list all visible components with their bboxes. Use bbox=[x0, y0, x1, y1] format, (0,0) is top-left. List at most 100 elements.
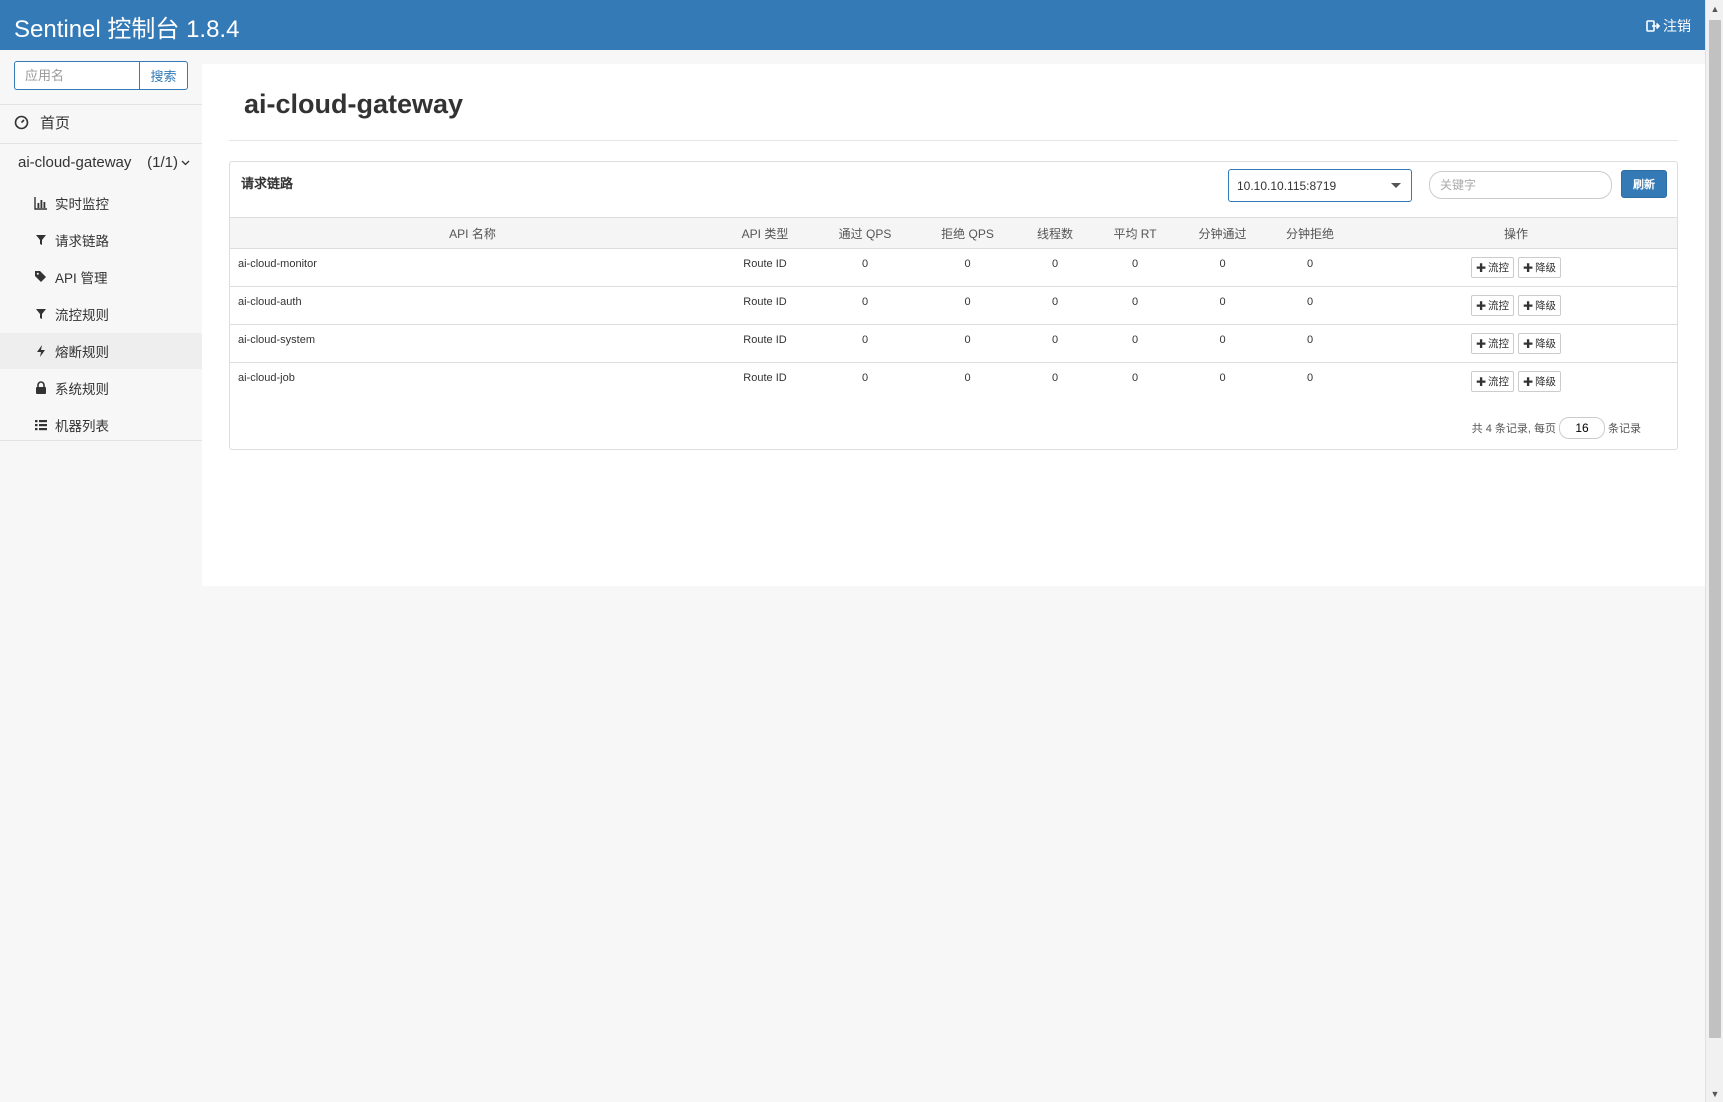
machine-select[interactable]: 10.10.10.115:8719 bbox=[1228, 169, 1412, 202]
pagination: 共 4 条记录, 每页 条记录 bbox=[1472, 417, 1641, 439]
page-size-input[interactable] bbox=[1559, 417, 1605, 439]
sidebar-item-flow-rules[interactable]: 流控规则 bbox=[0, 296, 202, 332]
page-scrollbar[interactable]: ▲ ▼ bbox=[1705, 0, 1723, 1102]
app-count: (1/1) bbox=[147, 154, 178, 171]
sidebar-item-label: API 管理 bbox=[55, 271, 108, 286]
ops-cell: ✚ 流控 ✚ 降级 bbox=[1355, 248, 1677, 287]
column-header: API 名称 bbox=[230, 217, 715, 249]
sidebar-item-label: 系统规则 bbox=[55, 382, 109, 397]
add-flow-rule-button[interactable]: ✚ 流控 bbox=[1470, 295, 1514, 316]
threads-cell: 0 bbox=[1020, 324, 1090, 363]
column-header: 通过 QPS bbox=[815, 217, 915, 249]
app-search-input[interactable] bbox=[14, 61, 139, 90]
app-search: 搜索 bbox=[14, 61, 188, 90]
tags-icon bbox=[35, 271, 46, 282]
row-actions: ✚ 流控 ✚ 降级 bbox=[1355, 333, 1677, 354]
minute-block-cell: 0 bbox=[1265, 248, 1355, 287]
scrollbar-thumb[interactable] bbox=[1709, 20, 1721, 1038]
main-panel: ai-cloud-gateway 请求链路 10.10.10.115:8719 … bbox=[202, 64, 1705, 586]
column-header: API 类型 bbox=[715, 217, 815, 249]
pass-qps-cell: 0 bbox=[815, 286, 915, 325]
api-name-cell: ai-cloud-monitor bbox=[230, 248, 715, 287]
sidebar-item-degrade-rules[interactable]: 熔断规则 bbox=[0, 333, 202, 369]
op-label: 降级 bbox=[1535, 300, 1557, 312]
api-type-cell: Route ID bbox=[715, 286, 815, 325]
add-flow-rule-button[interactable]: ✚ 流控 bbox=[1470, 371, 1514, 392]
pass-qps-cell: 0 bbox=[815, 248, 915, 287]
block-qps-cell: 0 bbox=[915, 286, 1020, 325]
table-header-row: API 名称 API 类型 通过 QPS 拒绝 QPS 线程数 平均 RT 分钟… bbox=[230, 217, 1677, 249]
plus-icon: ✚ bbox=[1523, 336, 1534, 351]
ops-cell: ✚ 流控 ✚ 降级 bbox=[1355, 324, 1677, 363]
machine-select-value: 10.10.10.115:8719 bbox=[1237, 178, 1337, 193]
op-label: 降级 bbox=[1535, 376, 1557, 388]
lock-icon bbox=[36, 381, 46, 394]
pass-qps-cell: 0 bbox=[815, 324, 915, 363]
bar-chart-icon bbox=[34, 197, 47, 210]
sidebar-item-label: 请求链路 bbox=[55, 234, 109, 249]
block-qps-cell: 0 bbox=[915, 248, 1020, 287]
pager-suffix: 条记录 bbox=[1608, 423, 1641, 435]
op-label: 降级 bbox=[1535, 338, 1557, 350]
block-qps-cell: 0 bbox=[915, 324, 1020, 363]
op-label: 流控 bbox=[1488, 262, 1509, 274]
block-qps-cell: 0 bbox=[964, 372, 971, 384]
sidebar-item-system-rules[interactable]: 系统规则 bbox=[0, 370, 202, 406]
minute-pass-cell: 0 bbox=[1219, 372, 1226, 384]
sidebar-item-home[interactable]: 首页 bbox=[14, 112, 70, 133]
table-row: ai-cloud-job Route ID 0 0 0 0 0 0 ✚ 流控 ✚ 降… bbox=[230, 363, 1677, 401]
page-title: ai-cloud-gateway bbox=[244, 89, 464, 119]
sidebar-item-realtime-monitor[interactable]: 实时监控 bbox=[0, 185, 202, 221]
top-navbar: Sentinel 控制台 1.8.4 注销 bbox=[0, 0, 1705, 50]
minute-pass-cell: 0 bbox=[1180, 248, 1265, 287]
sidebar-item-api-management[interactable]: API 管理 bbox=[0, 259, 202, 295]
api-name-cell: ai-cloud-job bbox=[238, 372, 295, 384]
minute-pass-cell: 0 bbox=[1180, 286, 1265, 325]
add-flow-rule-button[interactable]: ✚ 流控 bbox=[1470, 333, 1514, 354]
caret-down-icon bbox=[1391, 183, 1401, 188]
logout-link[interactable]: 注销 bbox=[1646, 16, 1691, 36]
ops-cell: ✚ 流控 ✚ 降级 bbox=[1355, 363, 1677, 401]
sidebar-item-label: 首页 bbox=[40, 115, 71, 132]
avg-rt-cell: 0 bbox=[1090, 286, 1180, 325]
sidebar-item-machine-list[interactable]: 机器列表 bbox=[0, 407, 202, 443]
avg-rt-cell: 0 bbox=[1131, 372, 1139, 384]
filter-icon bbox=[36, 309, 46, 319]
op-label: 降级 bbox=[1535, 262, 1557, 274]
sidebar-item-request-chain[interactable]: 请求链路 bbox=[0, 222, 202, 258]
refresh-button[interactable]: 刷新 bbox=[1621, 170, 1667, 198]
card-title: 请求链路 bbox=[241, 176, 294, 191]
threads-cell: 0 bbox=[1020, 248, 1090, 287]
sidebar-divider bbox=[0, 104, 202, 105]
row-actions: ✚ 流控 ✚ 降级 bbox=[1355, 371, 1677, 392]
sidebar-app-gateway[interactable]: ai-cloud-gateway (1/1) bbox=[18, 154, 190, 171]
add-flow-rule-button[interactable]: ✚ 流控 bbox=[1470, 257, 1514, 278]
flash-icon bbox=[37, 345, 45, 357]
column-header: 分钟拒绝 bbox=[1265, 217, 1355, 249]
plus-icon: ✚ bbox=[1475, 260, 1486, 275]
op-label: 流控 bbox=[1488, 338, 1509, 350]
add-degrade-rule-button[interactable]: ✚ 降级 bbox=[1518, 333, 1562, 354]
pager-prefix: 共 4 条记录, 每页 bbox=[1471, 423, 1556, 435]
keyword-input[interactable] bbox=[1429, 171, 1612, 199]
sidebar-item-label: 机器列表 bbox=[55, 419, 109, 434]
row-actions: ✚ 流控 ✚ 降级 bbox=[1355, 257, 1677, 278]
threads-cell: 0 bbox=[1020, 286, 1090, 325]
threads-cell: 0 bbox=[1051, 372, 1059, 384]
column-header: 线程数 bbox=[1020, 217, 1090, 249]
add-degrade-rule-button[interactable]: ✚ 降级 bbox=[1518, 295, 1562, 316]
add-degrade-rule-button[interactable]: ✚ 降级 bbox=[1518, 371, 1562, 392]
scroll-up-arrow-icon[interactable]: ▲ bbox=[1706, 0, 1723, 17]
app-search-button[interactable]: 搜索 bbox=[139, 61, 188, 90]
minute-block-cell: 0 bbox=[1265, 286, 1355, 325]
brand-title[interactable]: Sentinel 控制台 1.8.4 bbox=[14, 9, 239, 44]
scroll-down-arrow-icon[interactable]: ▼ bbox=[1706, 1085, 1723, 1102]
plus-icon: ✚ bbox=[1523, 374, 1534, 389]
plus-icon: ✚ bbox=[1475, 336, 1486, 351]
api-type-cell: Route ID bbox=[743, 372, 787, 384]
row-actions: ✚ 流控 ✚ 降级 bbox=[1355, 295, 1677, 316]
column-header: 操作 bbox=[1355, 217, 1677, 249]
add-degrade-rule-button[interactable]: ✚ 降级 bbox=[1518, 257, 1562, 278]
app-count-wrap: (1/1) bbox=[147, 154, 190, 171]
request-chain-card: 请求链路 10.10.10.115:8719 刷新 API 名称 API 类型 … bbox=[229, 161, 1678, 450]
